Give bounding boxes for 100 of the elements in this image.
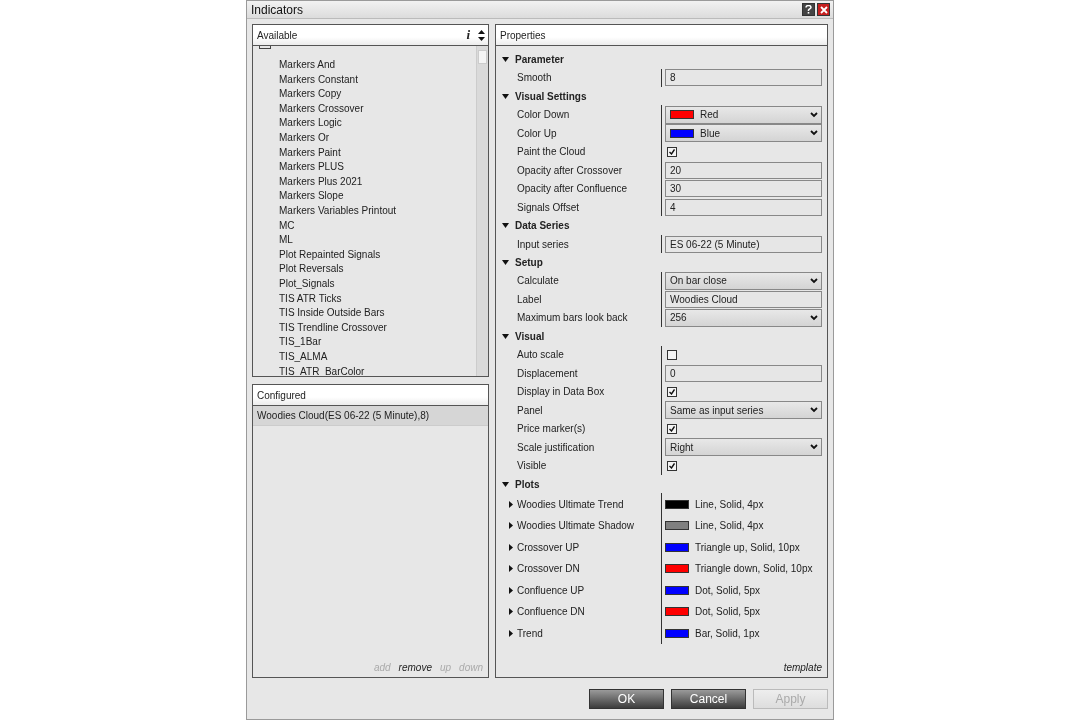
panel-title: Available: [257, 29, 299, 41]
configured-item[interactable]: Woodies Cloud(ES 06-22 (5 Minute),8): [253, 406, 488, 427]
collapsed-triangle-icon[interactable]: [509, 629, 513, 637]
property-field[interactable]: 4: [665, 198, 822, 216]
indicator-item[interactable]: Markers Crossover: [253, 101, 476, 117]
category-title: Setup: [515, 256, 543, 268]
indicator-item[interactable]: Markers Paint: [253, 145, 476, 161]
property-label: Crossover UP: [517, 541, 580, 553]
category-title: Visual Settings: [515, 90, 587, 102]
chevron-down-icon: [810, 407, 818, 414]
plot-style-text: Line, Solid, 4px: [695, 520, 764, 532]
indicator-item[interactable]: TIS Trendline Crossover: [253, 320, 476, 336]
property-label: Signals Offset: [517, 201, 580, 213]
indicator-item[interactable]: TIS_ATR_BarColor: [253, 364, 476, 377]
property-label: Paint the Cloud: [517, 146, 586, 158]
category-title: Visual: [515, 330, 545, 342]
plot-style-text: Dot, Solid, 5px: [695, 606, 761, 618]
property-label: Maximum bars look back: [517, 312, 628, 324]
plot-style-text: Line, Solid, 4px: [695, 498, 764, 510]
category-title: Plots: [515, 478, 540, 490]
property-label: Visible: [517, 460, 547, 472]
close-icon: [819, 5, 828, 14]
indicator-item[interactable]: Markers PLUS: [253, 160, 476, 175]
plot-style-text: Dot, Solid, 5px: [695, 584, 761, 596]
property-label: Opacity after Confluence: [517, 183, 628, 195]
property-field[interactable]: 30: [665, 180, 822, 198]
property-field[interactable]: 0: [665, 364, 822, 382]
indicator-item[interactable]: TIS Inside Outside Bars: [253, 306, 476, 321]
spin-arrows-icon[interactable]: [476, 29, 486, 41]
help-button[interactable]: [802, 3, 815, 17]
plot-style-text: Triangle down, Solid, 10px: [695, 563, 813, 575]
template-link[interactable]: template: [783, 662, 822, 674]
dialog-button[interactable]: OK: [589, 688, 664, 709]
collapsed-triangle-icon[interactable]: [509, 522, 513, 530]
expanded-triangle-icon[interactable]: [502, 333, 509, 339]
plot-style-text: Bar, Solid, 1px: [695, 627, 760, 639]
indicator-item[interactable]: TIS_1Bar: [253, 335, 476, 350]
checkbox[interactable]: [667, 146, 677, 157]
property-label: Displacement: [517, 367, 578, 379]
indicator-item[interactable]: Markers Logic: [253, 116, 476, 132]
property-label: Woodies Ultimate Shadow: [517, 520, 635, 532]
checkbox[interactable]: [667, 423, 677, 434]
collapsed-triangle-icon[interactable]: [509, 565, 513, 573]
indicator-item[interactable]: ML: [253, 233, 476, 248]
indicator-item[interactable]: Markers Copy: [253, 87, 476, 102]
scrollbar[interactable]: [476, 46, 488, 377]
checkbox[interactable]: [667, 386, 677, 397]
action-link[interactable]: remove: [398, 662, 432, 674]
indicator-item[interactable]: Markers Plus 2021: [253, 174, 476, 190]
checkbox[interactable]: [667, 460, 677, 471]
property-dropdown[interactable]: 256: [665, 308, 822, 327]
indicator-item[interactable]: Markers And: [253, 58, 476, 73]
plot-style-text: Triangle up, Solid, 10px: [695, 541, 800, 553]
indicator-item[interactable]: TIS ATR Ticks: [253, 291, 476, 307]
indicator-item[interactable]: Markers Constant: [253, 72, 476, 88]
indicator-item[interactable]: Markers Or: [253, 131, 476, 146]
property-label: Auto scale: [517, 349, 564, 361]
panel-title: Properties: [500, 29, 547, 41]
property-label: Trend: [517, 627, 543, 639]
property-label: Scale justification: [517, 441, 595, 453]
property-label: Confluence DN: [517, 606, 585, 618]
property-dropdown[interactable]: Right: [665, 438, 822, 457]
property-label: Input series: [517, 238, 569, 250]
property-field[interactable]: 20: [665, 161, 822, 179]
property-label: Confluence UP: [517, 584, 585, 596]
indicator-item[interactable]: MC: [253, 218, 476, 234]
property-dropdown[interactable]: On bar close: [665, 271, 822, 290]
color-dropdown[interactable]: Red: [665, 105, 822, 124]
checkbox[interactable]: [667, 349, 677, 360]
property-dropdown[interactable]: Same as input series: [665, 401, 822, 420]
expanded-triangle-icon[interactable]: [502, 259, 509, 265]
expanded-triangle-icon[interactable]: [502, 56, 509, 62]
property-label: Color Down: [517, 109, 570, 121]
indicator-item[interactable]: Markers Slope: [253, 189, 476, 205]
info-button[interactable]: i: [466, 27, 470, 44]
property-label: Smooth: [517, 72, 552, 84]
property-field[interactable]: ES 06-22 (5 Minute): [665, 235, 822, 253]
indicator-item[interactable]: Plot Repainted Signals: [253, 247, 476, 263]
property-label: Crossover DN: [517, 563, 580, 575]
property-label: Price marker(s): [517, 423, 586, 435]
indicator-item[interactable]: Plot Reversals: [253, 262, 476, 277]
expanded-triangle-icon[interactable]: [502, 93, 509, 99]
property-field[interactable]: 8: [665, 69, 822, 87]
dialog-button[interactable]: Cancel: [671, 688, 746, 709]
collapsed-triangle-icon[interactable]: [509, 586, 513, 594]
close-button[interactable]: [817, 3, 830, 17]
collapsed-triangle-icon[interactable]: [509, 608, 513, 616]
category-title: Parameter: [515, 53, 564, 65]
color-dropdown[interactable]: Blue: [665, 124, 822, 143]
collapsed-triangle-icon[interactable]: [509, 543, 513, 551]
property-field[interactable]: Woodies Cloud: [665, 290, 822, 308]
expanded-triangle-icon[interactable]: [502, 481, 509, 487]
chevron-down-icon: [810, 277, 818, 284]
expanded-triangle-icon[interactable]: [502, 223, 509, 229]
scroll-thumb[interactable]: [478, 50, 487, 65]
property-label: Label: [517, 293, 542, 305]
indicator-item[interactable]: TIS_ALMA: [253, 350, 476, 365]
collapsed-triangle-icon[interactable]: [509, 500, 513, 508]
indicator-item[interactable]: Plot_Signals: [253, 277, 476, 292]
indicator-item[interactable]: Markers Variables Printout: [253, 204, 476, 219]
